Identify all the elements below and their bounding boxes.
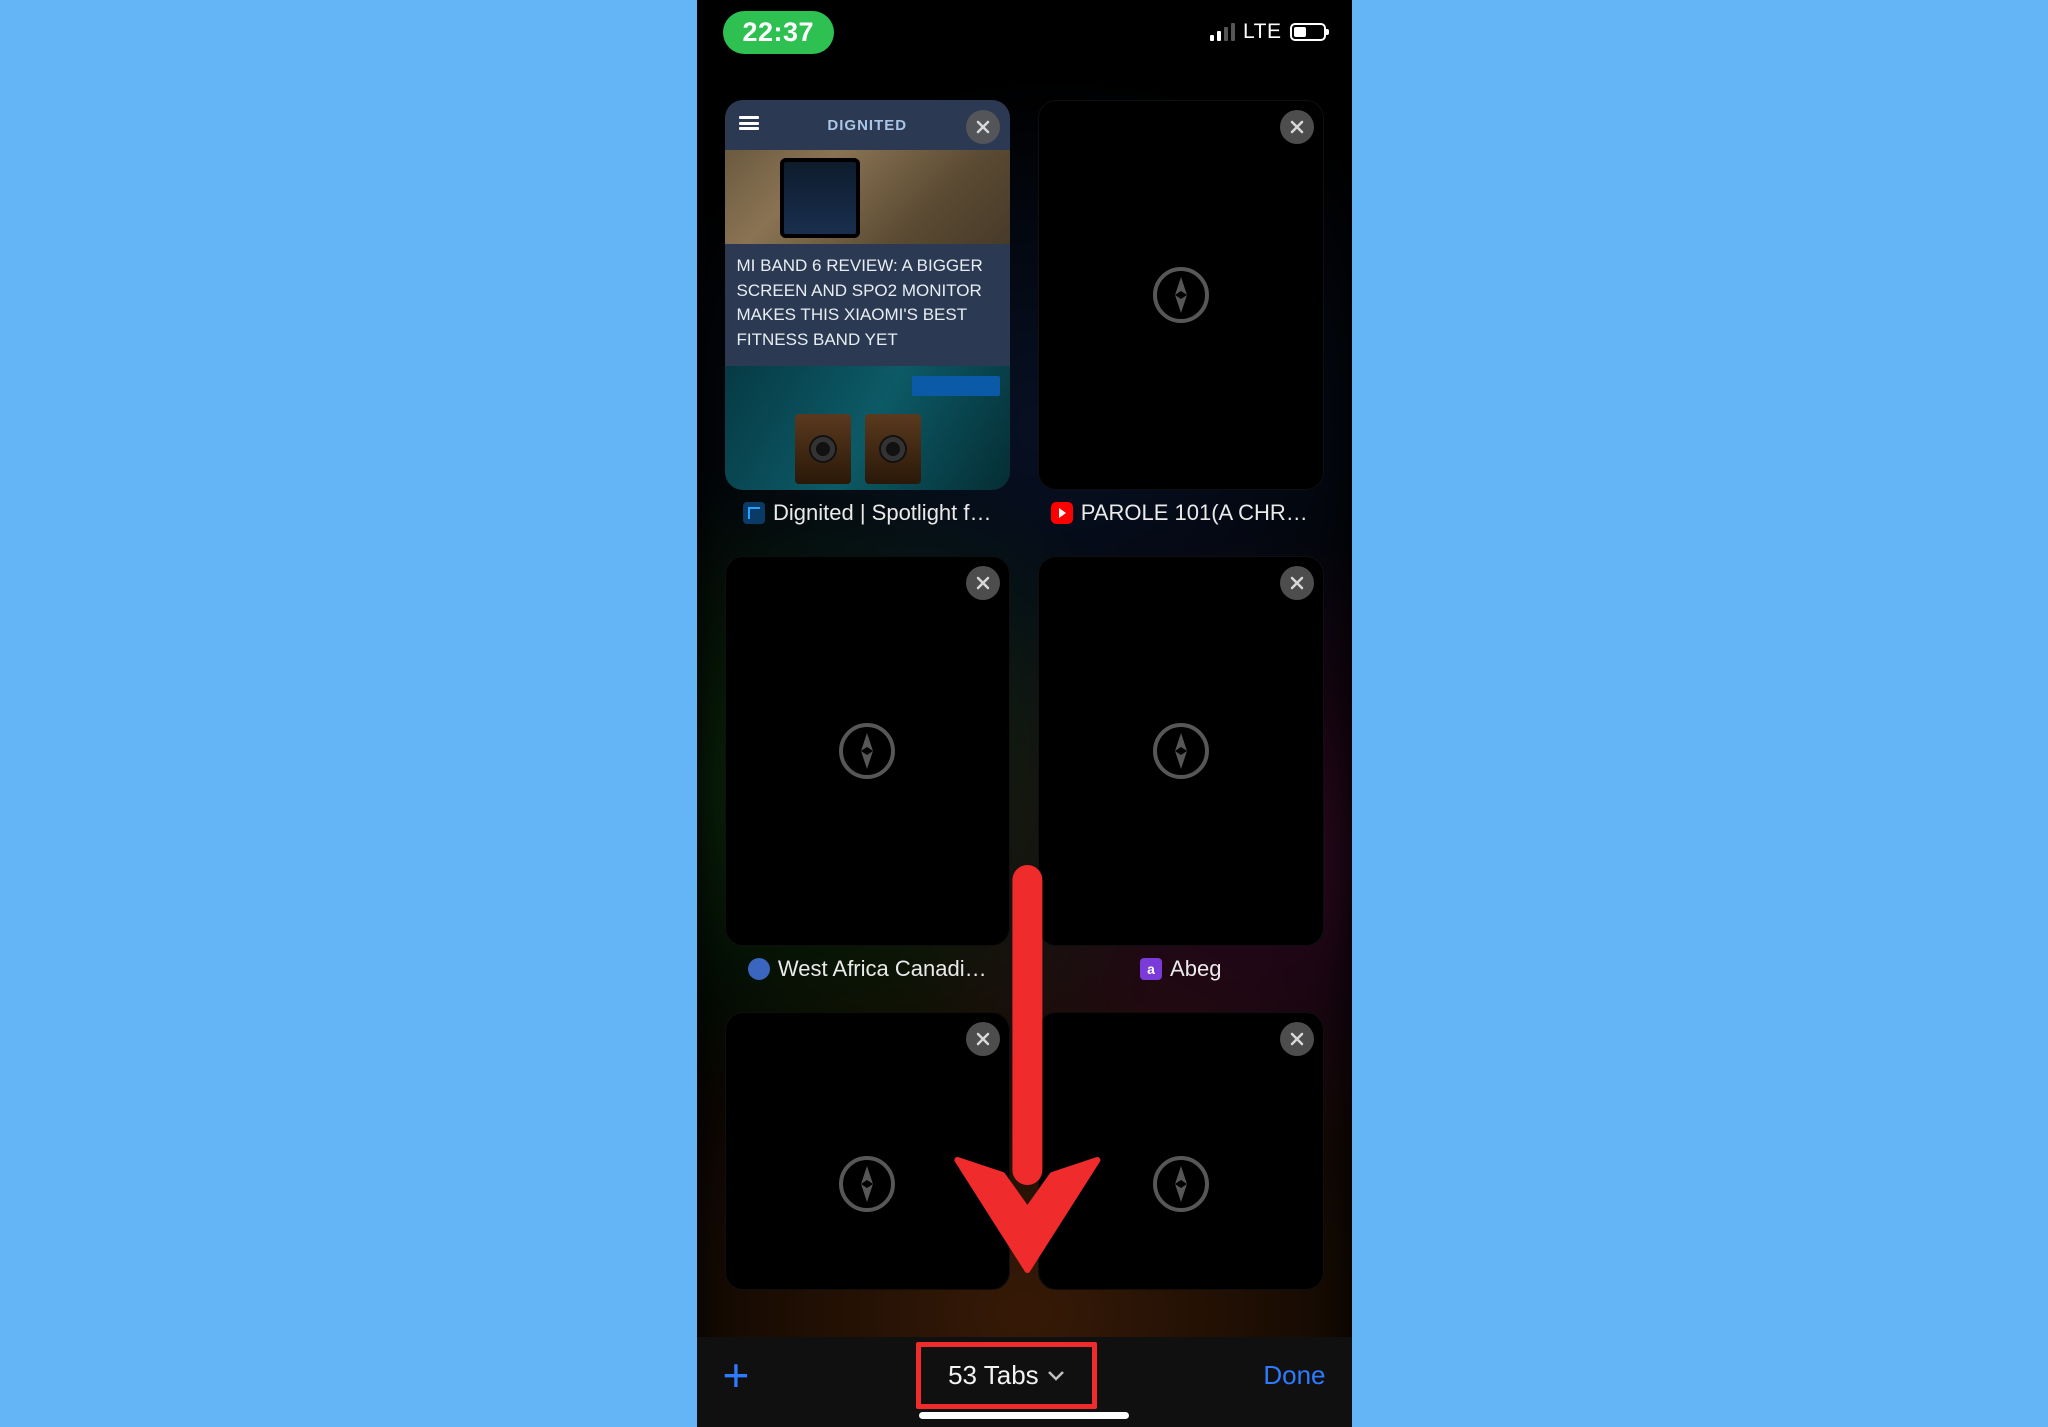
compass-icon — [1151, 1154, 1211, 1214]
tab-label: PAROLE 101(A CHRISTIA… — [1038, 500, 1324, 532]
compass-icon — [1151, 265, 1211, 325]
article-hero-image — [725, 150, 1011, 244]
tab-card[interactable] — [725, 1012, 1011, 1290]
tab-thumbnail[interactable] — [1038, 100, 1324, 490]
tab-card[interactable] — [1038, 1012, 1324, 1290]
close-icon — [1290, 576, 1304, 590]
network-label: LTE — [1243, 20, 1281, 44]
tab-card[interactable]: PAROLE 101(A CHRISTIA… — [1038, 100, 1324, 532]
tab-thumbnail[interactable] — [1038, 556, 1324, 946]
home-indicator[interactable] — [919, 1412, 1129, 1419]
close-icon — [976, 576, 990, 590]
done-button[interactable]: Done — [1263, 1360, 1325, 1391]
close-icon — [1290, 1032, 1304, 1046]
tab-label: Dignited | Spotlight f… — [725, 500, 1011, 532]
status-time: 22:37 — [743, 17, 815, 47]
tab-title: Dignited | Spotlight f… — [773, 500, 992, 526]
new-tab-button[interactable]: + — [723, 1352, 750, 1398]
favicon-youtube-icon — [1051, 502, 1073, 524]
article-brand: DIGNITED — [827, 117, 907, 134]
compass-icon — [837, 1154, 897, 1214]
tab-title: Abeg — [1170, 956, 1221, 982]
signal-icon — [1210, 23, 1236, 41]
tab-label: Abeg — [1038, 956, 1324, 988]
tab-card[interactable]: Abeg — [1038, 556, 1324, 988]
close-tab-button[interactable] — [966, 110, 1000, 144]
chevron-down-icon — [1047, 1369, 1065, 1381]
compass-icon — [1151, 721, 1211, 781]
article-headline: MI BAND 6 REVIEW: A BIGGER SCREEN AND SP… — [725, 244, 1011, 366]
tabs-count-label: 53 Tabs — [948, 1360, 1039, 1391]
close-icon — [976, 120, 990, 134]
tab-thumbnail[interactable] — [725, 1012, 1011, 1290]
article-secondary-image — [725, 366, 1011, 490]
tab-thumbnail[interactable]: DIGNITED MI BAND 6 REVIEW: A BIGGER SCRE… — [725, 100, 1011, 490]
status-right: LTE — [1210, 20, 1326, 44]
close-tab-button[interactable] — [966, 1022, 1000, 1056]
tabs-count-button[interactable]: 53 Tabs — [934, 1352, 1079, 1399]
favicon-abeg-icon — [1140, 958, 1162, 980]
tab-card[interactable]: DIGNITED MI BAND 6 REVIEW: A BIGGER SCRE… — [725, 100, 1011, 532]
tab-title: West Africa Canadi… — [778, 956, 987, 982]
status-time-pill[interactable]: 22:37 — [723, 11, 835, 54]
status-bar: 22:37 LTE — [697, 0, 1352, 64]
favicon-dignited-icon — [743, 502, 765, 524]
compass-icon — [837, 721, 897, 781]
close-tab-button[interactable] — [1280, 110, 1314, 144]
close-tab-button[interactable] — [966, 566, 1000, 600]
close-tab-button[interactable] — [1280, 566, 1314, 600]
tab-thumbnail[interactable] — [725, 556, 1011, 946]
tab-title: PAROLE 101(A CHRISTIA… — [1081, 500, 1311, 526]
favicon-generic-icon — [748, 958, 770, 980]
tabs-grid: DIGNITED MI BAND 6 REVIEW: A BIGGER SCRE… — [725, 100, 1324, 1290]
tab-card[interactable]: West Africa Canadi… — [725, 556, 1011, 988]
tabs-overview[interactable]: DIGNITED MI BAND 6 REVIEW: A BIGGER SCRE… — [697, 64, 1352, 1337]
tab-label: West Africa Canadi… — [725, 956, 1011, 988]
close-icon — [976, 1032, 990, 1046]
hamburger-icon — [739, 116, 759, 130]
phone-screen: 22:37 LTE DIGNITED — [697, 0, 1352, 1427]
close-tab-button[interactable] — [1280, 1022, 1314, 1056]
tab-thumbnail[interactable] — [1038, 1012, 1324, 1290]
close-icon — [1290, 120, 1304, 134]
done-label: Done — [1263, 1360, 1325, 1390]
battery-icon — [1290, 23, 1326, 41]
